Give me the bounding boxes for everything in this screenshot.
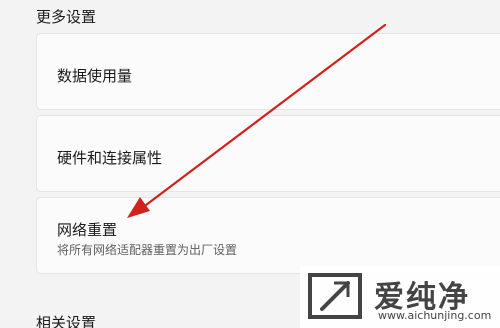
hardware-connection-properties-label: 硬件和连接属性 bbox=[57, 149, 163, 167]
data-usage-card[interactable]: 数据使用量 bbox=[36, 33, 500, 110]
related-settings-heading: 相关设置 bbox=[36, 314, 97, 328]
more-settings-heading: 更多设置 bbox=[36, 8, 97, 26]
data-usage-label: 数据使用量 bbox=[57, 67, 133, 85]
watermark-url: www.aichunjing.com bbox=[378, 309, 492, 322]
network-reset-card[interactable]: 网络重置 将所有网络适配器重置为出厂设置 bbox=[36, 197, 500, 274]
hardware-connection-properties-card[interactable]: 硬件和连接属性 bbox=[36, 115, 500, 192]
network-reset-description: 将所有网络适配器重置为出厂设置 bbox=[57, 243, 238, 257]
watermark: 爱纯净 www.aichunjing.com bbox=[300, 266, 500, 328]
brand-logo-icon bbox=[308, 273, 362, 319]
network-reset-label: 网络重置 bbox=[57, 221, 118, 239]
